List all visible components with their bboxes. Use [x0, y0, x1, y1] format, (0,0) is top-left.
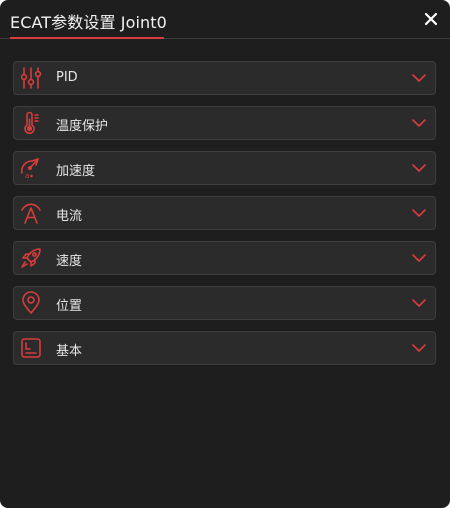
close-button[interactable]	[424, 12, 438, 26]
settings-dialog: ECAT参数设置 Joint0 PID 温度保护 a 加速度 电流 速度 位置 …	[0, 0, 450, 508]
section-speed[interactable]: 速度	[13, 241, 436, 275]
chevron-down-icon	[412, 253, 426, 263]
current-icon	[19, 201, 43, 225]
chevron-down-icon	[412, 298, 426, 308]
section-temperature-protection[interactable]: 温度保护	[13, 106, 436, 140]
chevron-down-icon	[412, 163, 426, 173]
chevron-down-icon	[412, 118, 426, 128]
section-label: 速度	[56, 254, 83, 269]
section-position[interactable]: 位置	[13, 286, 436, 320]
section-acceleration[interactable]: a 加速度	[13, 151, 436, 185]
location-pin-icon	[19, 291, 43, 315]
title-underline	[10, 37, 164, 39]
section-label: PID	[56, 70, 78, 85]
section-label: 位置	[56, 299, 83, 314]
chevron-down-icon	[412, 208, 426, 218]
sliders-icon	[19, 66, 43, 90]
section-label: 加速度	[56, 164, 96, 179]
svg-text:a: a	[25, 172, 29, 180]
settings-section-list: PID 温度保护 a 加速度 电流 速度 位置 基本	[13, 61, 436, 376]
section-label: 电流	[56, 209, 83, 224]
thermometer-icon	[19, 111, 43, 135]
chevron-down-icon	[412, 73, 426, 83]
section-pid[interactable]: PID	[13, 61, 436, 95]
section-label: 温度保护	[56, 119, 109, 134]
basic-card-icon	[19, 336, 43, 360]
section-current[interactable]: 电流	[13, 196, 436, 230]
chevron-down-icon	[412, 343, 426, 353]
dialog-header: ECAT参数设置 Joint0	[0, 0, 450, 39]
rocket-icon	[19, 246, 43, 270]
close-icon	[424, 12, 438, 26]
dialog-title: ECAT参数设置 Joint0	[10, 13, 167, 32]
section-basic[interactable]: 基本	[13, 331, 436, 365]
acceleration-icon: a	[19, 156, 43, 180]
section-label: 基本	[56, 344, 83, 359]
